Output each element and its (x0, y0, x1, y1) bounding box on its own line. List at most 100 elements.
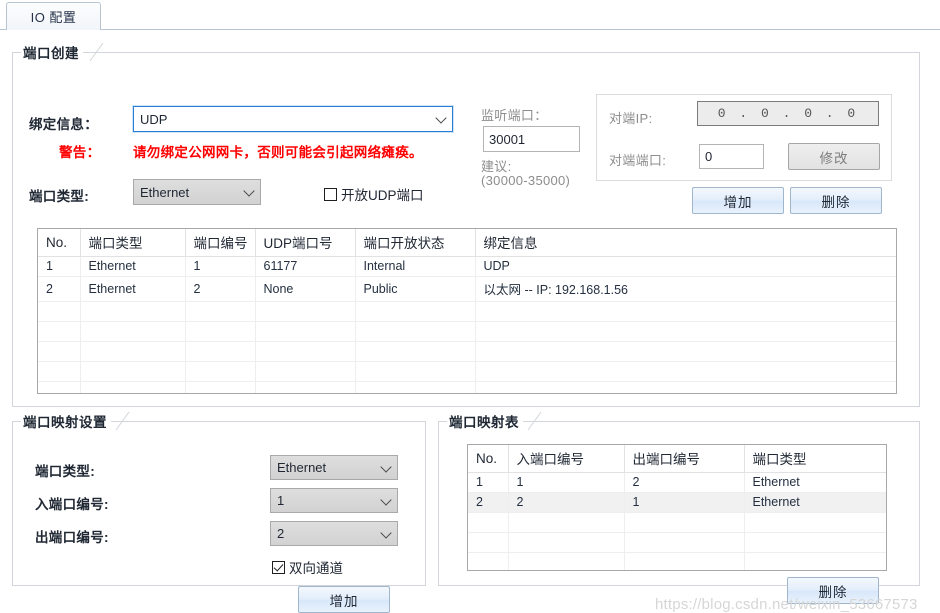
modify-button[interactable]: 修改 (788, 143, 880, 170)
port-type-combobox[interactable]: Ethernet (133, 179, 261, 205)
column-header[interactable]: 绑定信息 (475, 229, 896, 257)
chevron-down-icon (380, 526, 392, 539)
table-cell-empty (355, 321, 476, 342)
binding-info-label: 绑定信息： (29, 117, 98, 132)
table-cell-empty (38, 381, 81, 393)
table-cell: None (255, 276, 356, 302)
column-header[interactable]: 端口编号 (185, 229, 256, 257)
column-header[interactable]: 入端口编号 (508, 445, 625, 473)
group-title-slash-icon (527, 411, 542, 431)
column-header[interactable]: 端口开放状态 (355, 229, 476, 257)
table-cell-empty (475, 361, 896, 382)
table-cell: 2 (468, 492, 509, 513)
table-row[interactable]: 1 Ethernet 1 61177 Internal UDP (38, 256, 896, 277)
table-cell-empty (80, 361, 186, 382)
table-cell-empty (475, 341, 896, 362)
table-row[interactable]: 2 2 1 Ethernet (468, 492, 886, 513)
checkbox-box-icon (272, 560, 285, 574)
column-header[interactable]: UDP端口号 (255, 229, 356, 257)
table-row[interactable]: 2 Ethernet 2 None Public 以太网 -- IP: 192.168.1… (38, 276, 896, 302)
group-title-slash-icon (115, 411, 130, 431)
bidirectional-channel-checkbox[interactable]: 双向通道 (272, 557, 343, 577)
group-map-settings: 端口映射设置 端口类型: Ethernet 入端口编号: 1 出端口编号: 2 … (12, 411, 426, 613)
column-header[interactable]: 端口类型 (80, 229, 186, 257)
table-cell: Public (355, 276, 476, 302)
listen-port-input[interactable]: 30001 (483, 126, 580, 152)
table-cell: 1 (624, 492, 745, 513)
port-table[interactable]: No. 端口类型 端口编号 UDP端口号 端口开放状态 绑定信息 1 Ethernet 1 61… (37, 228, 897, 394)
peer-ip-input[interactable]: 0 . 0 . 0 . 0 (697, 101, 879, 126)
listen-port-value: 30001 (489, 131, 526, 147)
column-header[interactable]: No. (38, 229, 81, 257)
table-row-empty[interactable] (468, 512, 886, 533)
tab-bar: IO 配置 (0, 0, 940, 30)
table-cell-empty (255, 301, 356, 322)
table-cell: 1 (185, 256, 256, 277)
group-title-slash-icon (89, 42, 104, 62)
column-header[interactable]: 出端口编号 (624, 445, 745, 473)
table-cell-empty (80, 301, 186, 322)
table-cell-empty (468, 552, 509, 570)
column-header[interactable]: No. (468, 445, 509, 473)
map-add-button[interactable]: 增加 (298, 586, 390, 613)
open-udp-port-checkbox[interactable]: 开放UDP端口 (324, 184, 424, 204)
add-port-button-label: 增加 (723, 194, 753, 210)
open-udp-port-label: 开放UDP端口 (341, 188, 424, 203)
table-cell-empty (38, 341, 81, 362)
table-cell: Ethernet (80, 276, 186, 302)
warning-text: 请勿绑定公网网卡，否则可能会引起网络瘫痪。 (133, 145, 423, 160)
listen-port-label: 监听端口： (481, 108, 548, 123)
map-delete-button[interactable]: 删除 (787, 577, 879, 604)
table-cell-empty (255, 361, 356, 382)
table-cell: Ethernet (80, 256, 186, 277)
table-cell-empty (80, 381, 186, 393)
table-row-empty[interactable] (38, 381, 896, 393)
map-port-type-value: Ethernet (277, 460, 327, 475)
chevron-down-icon (380, 460, 392, 473)
table-cell-empty (475, 381, 896, 393)
table-cell-empty (355, 341, 476, 362)
table-cell: Ethernet (744, 472, 886, 493)
group-map-settings-title: 端口映射设置 (21, 411, 111, 431)
map-in-port-combobox[interactable]: 1 (270, 488, 398, 513)
tab-io-config[interactable]: IO 配置 (6, 2, 101, 30)
map-in-port-label: 入端口编号: (35, 497, 109, 512)
peer-port-input[interactable]: 0 (699, 144, 764, 169)
table-cell: 2 (38, 276, 81, 302)
map-in-port-value: 1 (277, 493, 285, 508)
binding-info-combobox[interactable]: UDP (132, 105, 454, 133)
delete-port-button-label: 删除 (821, 194, 851, 210)
peer-ip-label: 对端IP: (609, 111, 653, 126)
table-cell-empty (475, 321, 896, 342)
table-cell-empty (475, 301, 896, 322)
chevron-down-icon (380, 493, 392, 506)
map-out-port-combobox[interactable]: 2 (270, 521, 398, 546)
table-cell-empty (744, 512, 886, 533)
table-cell-empty (185, 301, 256, 322)
table-row-empty[interactable] (468, 532, 886, 553)
delete-port-button[interactable]: 删除 (790, 187, 882, 214)
add-port-button[interactable]: 增加 (692, 187, 784, 214)
table-row-empty[interactable] (468, 552, 886, 570)
table-row-empty[interactable] (38, 301, 896, 322)
table-cell-empty (255, 321, 356, 342)
table-row[interactable]: 1 1 2 Ethernet (468, 472, 886, 493)
table-row-empty[interactable] (38, 321, 896, 342)
table-cell-empty (468, 532, 509, 553)
table-cell-empty (80, 341, 186, 362)
map-table[interactable]: No. 入端口编号 出端口编号 端口类型 1 1 2 Ethernet 2 2 1 Ethernet (467, 444, 887, 571)
peer-port-label: 对端端口: (609, 153, 667, 168)
table-row-empty[interactable] (38, 341, 896, 362)
map-port-type-combobox[interactable]: Ethernet (270, 455, 398, 480)
table-cell: UDP (475, 256, 896, 277)
table-cell-empty (624, 512, 745, 533)
map-table-header-row: No. 入端口编号 出端口编号 端口类型 (468, 445, 886, 473)
table-cell-empty (185, 381, 256, 393)
group-port-create: 端口创建 绑定信息： UDP 警告： 请勿绑定公网网卡，否则可能会引起网络瘫痪。… (12, 42, 920, 407)
column-header[interactable]: 端口类型 (744, 445, 886, 473)
group-port-create-title: 端口创建 (21, 42, 83, 62)
peer-port-value: 0 (705, 149, 713, 164)
table-cell: 1 (508, 472, 625, 493)
tab-io-config-label: IO 配置 (30, 10, 77, 25)
table-row-empty[interactable] (38, 361, 896, 382)
